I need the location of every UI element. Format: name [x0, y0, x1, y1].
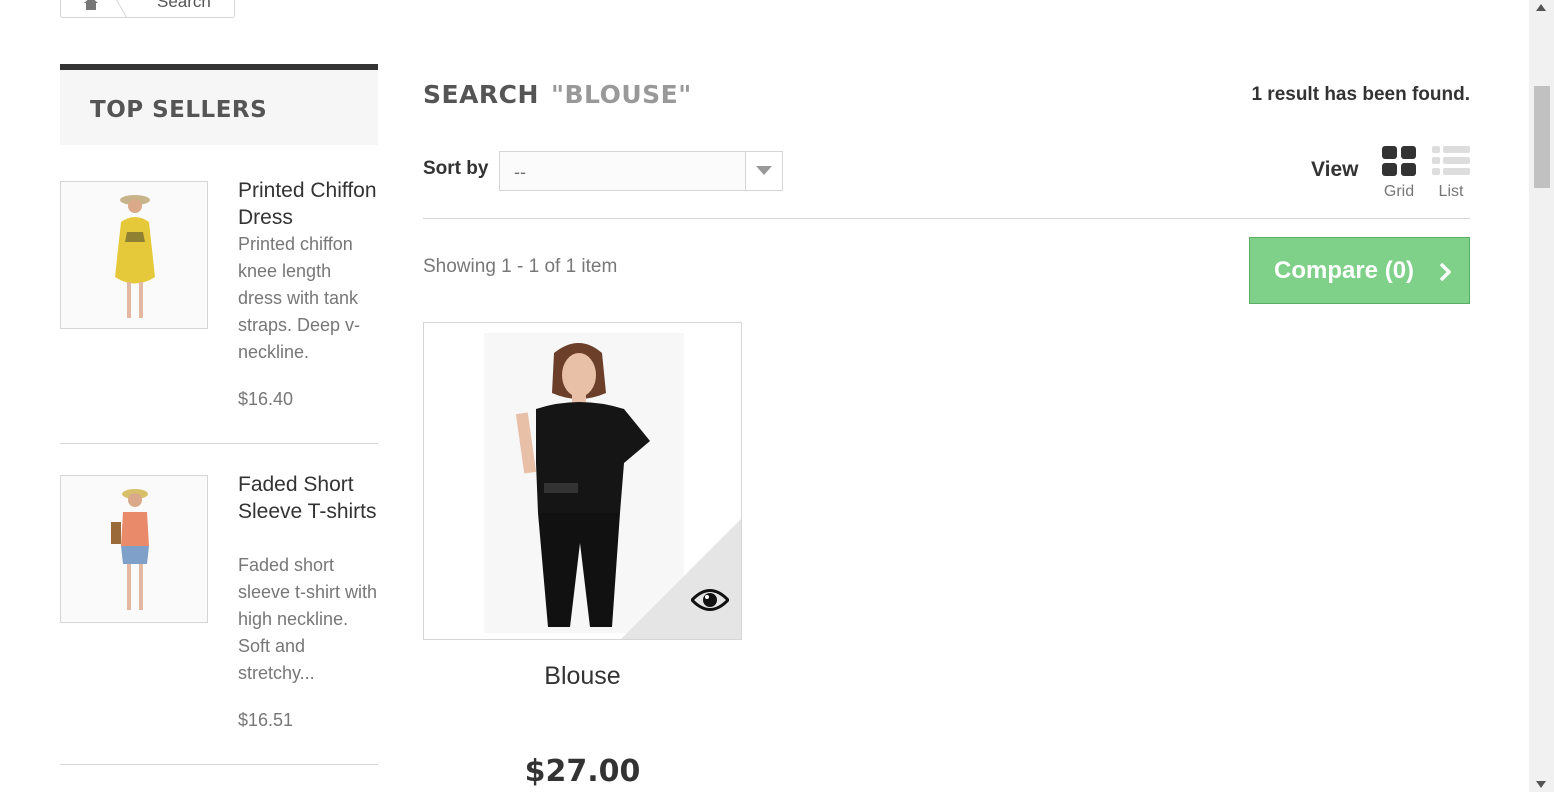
product-price: $16.40 [238, 389, 294, 409]
product-description: Printed chiffon knee length dress with t… [238, 234, 361, 362]
divider [60, 443, 378, 444]
product-name[interactable]: Blouse [423, 662, 742, 691]
quick-view-corner [621, 519, 741, 639]
product-thumbnail[interactable] [60, 475, 208, 623]
product-image[interactable] [423, 322, 742, 640]
divider [423, 218, 1470, 219]
scroll-down-icon[interactable] [1536, 781, 1546, 788]
product-thumbnail[interactable] [60, 181, 208, 329]
product-description: Faded short sleeve t-shirt with high nec… [238, 555, 378, 683]
product-price: $27.00 [524, 754, 641, 789]
breadcrumb-separator [109, 0, 130, 17]
search-heading: SEARCH [423, 80, 539, 109]
divider [60, 764, 378, 765]
view-label: View [1311, 158, 1359, 181]
scrollbar-thumb[interactable] [1534, 86, 1550, 188]
list-view-button[interactable]: List [1431, 146, 1471, 201]
list-label: List [1438, 183, 1464, 200]
sort-label: Sort by [423, 158, 489, 179]
top-sellers-title[interactable]: TOP SELLERS [60, 64, 378, 145]
top-sellers-block: TOP SELLERS Printed Chiffon Dress Printe… [60, 64, 378, 765]
product-name[interactable]: Printed Chiffon Dress [238, 177, 378, 231]
sort-selected-value: -- [514, 162, 526, 182]
grid-label: Grid [1383, 183, 1415, 200]
eye-icon[interactable] [691, 587, 729, 613]
grid-view-button[interactable]: Grid [1381, 146, 1417, 201]
chevron-right-icon [1439, 262, 1451, 282]
breadcrumb-current: Search [157, 0, 211, 11]
page-title: SEARCH "BLOUSE" [423, 80, 692, 109]
scroll-up-icon[interactable] [1536, 4, 1546, 11]
list-icon [1432, 146, 1470, 175]
product-name[interactable]: Faded Short Sleeve T-shirts [238, 471, 378, 525]
product-price: $16.51 [238, 710, 294, 730]
sort-select[interactable]: -- [499, 151, 783, 191]
grid-icon [1382, 146, 1416, 176]
showing-count: Showing 1 - 1 of 1 item [423, 256, 618, 277]
result-count: 1 result has been found. [1251, 84, 1470, 105]
home-icon[interactable] [83, 0, 99, 11]
compare-label: Compare (0) [1274, 257, 1415, 284]
vertical-scrollbar[interactable] [1529, 0, 1554, 792]
compare-button[interactable]: Compare (0) [1249, 237, 1470, 304]
chevron-down-icon[interactable] [745, 152, 782, 190]
breadcrumb: Search [60, 0, 235, 18]
search-query: "BLOUSE" [550, 80, 692, 109]
